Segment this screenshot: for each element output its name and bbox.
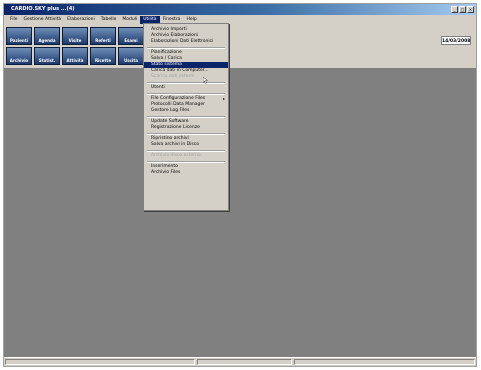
toolbar-tiles: Pazienti Agenda Visite Referti Esami Archivio… <box>6 27 148 65</box>
menu-item-label: Salva / Carica <box>151 56 182 61</box>
toolbar-tile-referti[interactable]: Referti <box>90 27 116 45</box>
toolbar-tile-label: Referti <box>95 38 111 43</box>
menu-item-label: Ripristino archivi <box>151 136 189 141</box>
toolbar-tile-archivio[interactable]: Archivio <box>6 47 32 65</box>
menu-item-label: Archivio Files <box>151 170 181 175</box>
menu-gestione-attivit-[interactable]: Gestione Attività <box>21 16 65 24</box>
menu-item-label: Update Software <box>151 119 189 124</box>
menu-item-label: Scarico dati esterni <box>151 74 195 79</box>
toolbar-tile-label: Uscita <box>124 58 138 63</box>
status-bar <box>4 357 476 366</box>
mdi-workspace <box>4 69 476 360</box>
utility-dropdown-menu: Archivio Importi Archivio Elaborazioni Ela… <box>143 23 229 211</box>
status-cell-main <box>5 359 195 365</box>
menu-item-label: Salva archivi in Disco <box>151 142 199 147</box>
menu-item-label: Archivio disco esterno <box>151 153 201 158</box>
toolbar-tile-label: Archivio <box>9 58 29 63</box>
date-display: 14/03/2008 <box>441 36 471 45</box>
toolbar-tile-uscita[interactable]: Uscita <box>118 47 144 65</box>
menu-item-archivio-files[interactable]: Archivio Files <box>144 170 228 176</box>
toolbar-tile-label: Attività <box>66 58 84 63</box>
main-window: CARDIO.SKY plus ...(4) _ □ × File Gestion… <box>3 3 477 367</box>
toolbar-tile-agenda[interactable]: Agenda <box>34 27 60 45</box>
menu-tabelle[interactable]: Tabelle <box>98 16 120 24</box>
toolbar-tile-label: Ricette <box>94 58 112 63</box>
toolbar-tile-esami[interactable]: Esami <box>118 27 144 45</box>
menu-item-label: Carica dati in Computer... <box>151 68 209 73</box>
toolbar: Pazienti Agenda Visite Referti Esami Archivio… <box>4 24 476 69</box>
toolbar-tile-label: Pazienti <box>9 38 29 43</box>
menu-item-label: Inserimento <box>151 164 178 169</box>
toolbar-tile-label: Agenda <box>38 38 56 43</box>
menu-item-label: Archivio Elaborazioni <box>151 33 199 38</box>
menu-moduli[interactable]: Moduli <box>119 16 140 24</box>
window-title: CARDIO.SKY plus ...(4) <box>11 6 75 12</box>
menu-file[interactable]: File <box>7 16 21 24</box>
menu-item-label: Gestore Log Files <box>151 108 190 113</box>
menu-elaborazioni[interactable]: Elaborazioni <box>64 16 98 24</box>
toolbar-tile-pazienti[interactable]: Pazienti <box>6 27 32 45</box>
toolbar-tile-label: Esami <box>124 38 138 43</box>
toolbar-tile-attivit-[interactable]: Attività <box>62 47 88 65</box>
close-button[interactable]: × <box>467 5 474 13</box>
menu-bar: File Gestione Attività Elaborazioni Tabelle… <box>4 15 476 24</box>
status-cell-right <box>294 359 475 365</box>
toolbar-tile-label: Statist. <box>38 58 56 63</box>
menu-item-label: Pianificazione <box>151 50 182 55</box>
mouse-pointer-icon <box>203 77 208 84</box>
status-cell-middle <box>197 359 292 365</box>
minimize-button[interactable]: _ <box>451 5 458 13</box>
title-bar[interactable]: CARDIO.SKY plus ...(4) _ □ × <box>4 4 476 15</box>
toolbar-tile-statist-[interactable]: Statist. <box>34 47 60 65</box>
menu-item-label: Elaborazioni Dati Elettronici <box>151 39 214 44</box>
menu-item-label: Protocolli Data Manager <box>151 102 205 107</box>
window-controls: _ □ × <box>451 5 474 13</box>
menu-item-label: Utenti <box>151 85 165 90</box>
menu-item-label: Archivio Importi <box>151 27 187 32</box>
menu-item-label: Stato sistema <box>151 62 182 67</box>
toolbar-tile-ricette[interactable]: Ricette <box>90 47 116 65</box>
maximize-button[interactable]: □ <box>459 5 466 13</box>
toolbar-tile-label: Visite <box>68 38 82 43</box>
menu-item-label: File Configurazione Files <box>151 96 206 101</box>
menu-item-label: Registrazione Licenze <box>151 125 200 130</box>
toolbar-tile-visite[interactable]: Visite <box>62 27 88 45</box>
